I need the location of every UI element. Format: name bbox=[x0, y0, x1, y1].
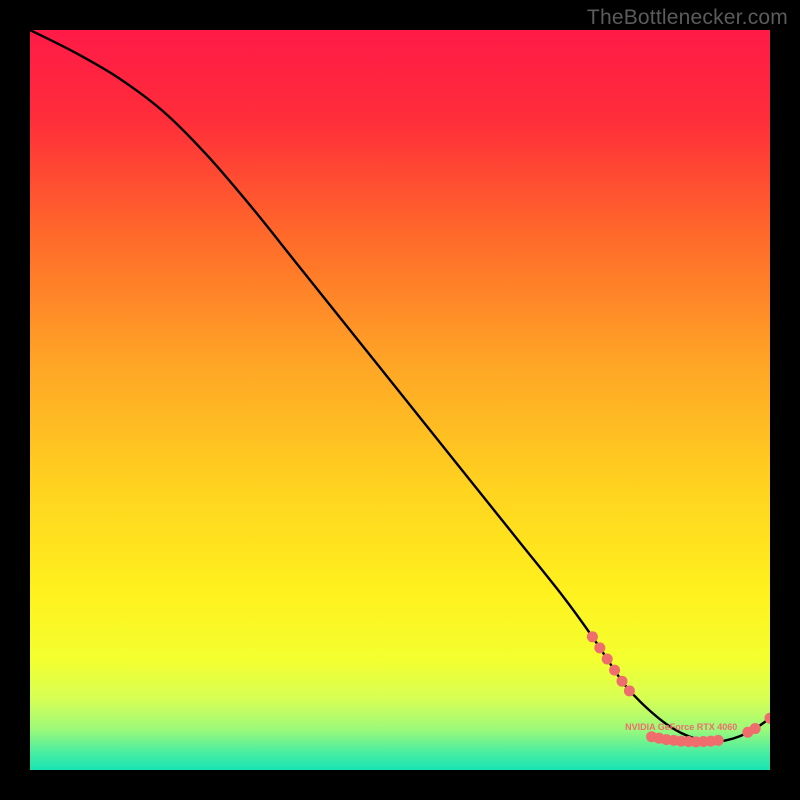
chart-plot-area: NVIDIA GeForce RTX 4060 bbox=[30, 30, 770, 770]
marker-dot bbox=[594, 642, 605, 653]
watermark-text: TheBottlenecker.com bbox=[587, 6, 788, 30]
marker-dot bbox=[713, 735, 724, 746]
chart-stage: NVIDIA GeForce RTX 4060 TheBottlenecker.… bbox=[0, 0, 800, 800]
marker-dot bbox=[609, 665, 620, 676]
marker-dot bbox=[602, 654, 613, 665]
marker-dot bbox=[617, 676, 628, 687]
chart-background bbox=[30, 30, 770, 770]
chart-annotation: NVIDIA GeForce RTX 4060 bbox=[625, 722, 737, 732]
marker-dot bbox=[587, 631, 598, 642]
marker-dot bbox=[750, 723, 761, 734]
chart-svg: NVIDIA GeForce RTX 4060 bbox=[30, 30, 770, 770]
marker-dot bbox=[624, 685, 635, 696]
